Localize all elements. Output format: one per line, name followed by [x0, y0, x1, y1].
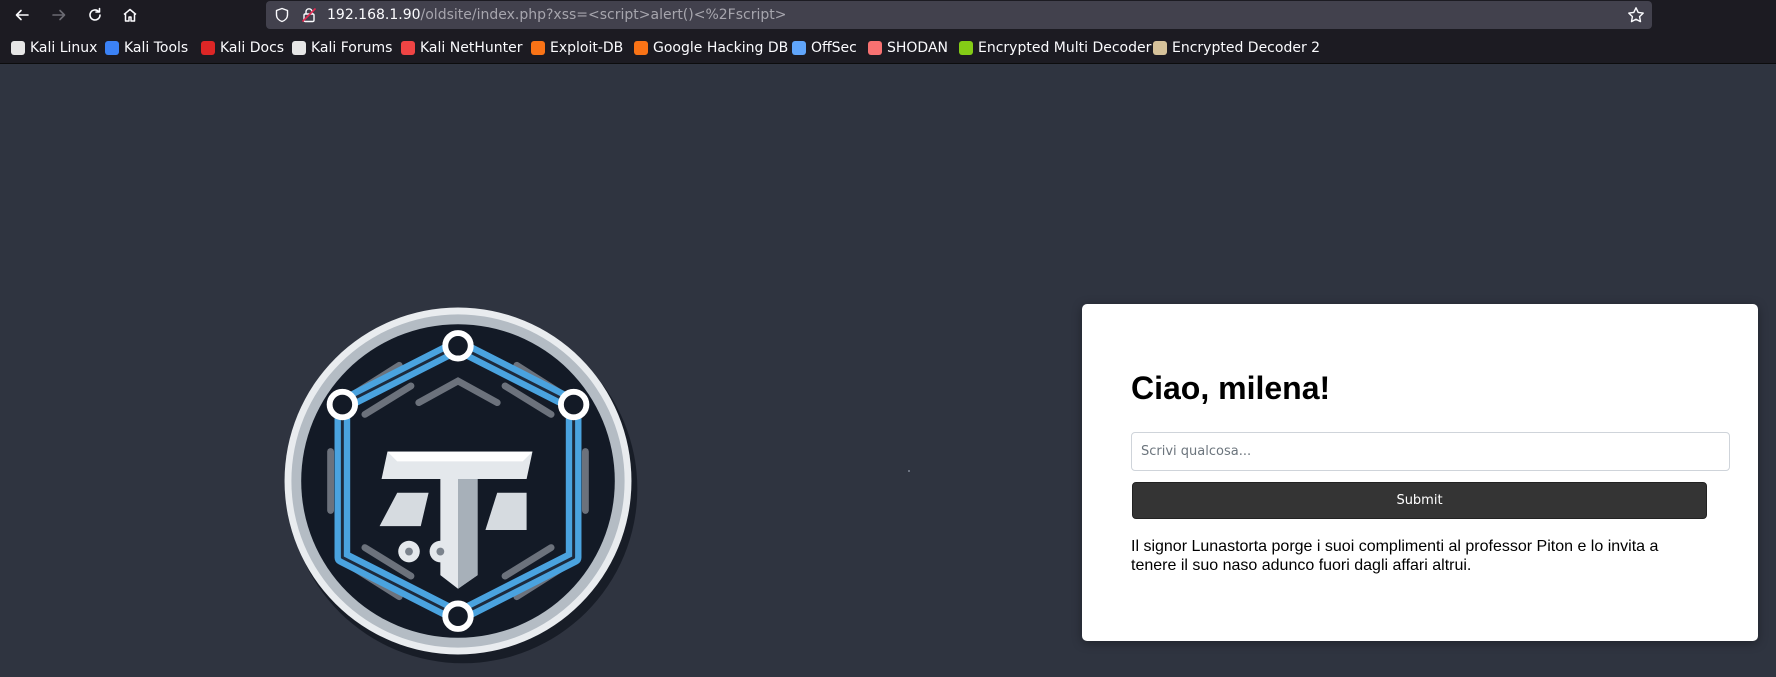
exploit-db-icon: [634, 41, 648, 55]
kali-tools-icon: [105, 41, 119, 55]
forward-button[interactable]: [47, 3, 71, 27]
bookmark-label: SHODAN: [887, 40, 949, 56]
bookmark-label: Kali Linux: [30, 40, 98, 56]
kali-dragon-icon: [11, 41, 25, 55]
home-icon: [123, 8, 137, 22]
bookmark-kali-nethunter[interactable]: Kali NetHunter: [401, 39, 522, 57]
tracking-protection-shield-icon[interactable]: [274, 7, 290, 23]
reload-button[interactable]: [83, 3, 107, 27]
forward-arrow-icon: [52, 9, 66, 21]
site-logo-emblem: [284, 307, 638, 664]
bookmark-label: Kali NetHunter: [420, 40, 523, 56]
nethunter-icon: [401, 41, 415, 55]
back-button[interactable]: [10, 3, 34, 27]
bookmark-label: OffSec: [811, 40, 857, 56]
browser-toolbar: 192.168.1.90/oldsite/index.php?xss=<scri…: [0, 0, 1776, 30]
kali-docs-icon: [201, 41, 215, 55]
kali-dragon-icon: [292, 41, 306, 55]
bookmark-label: Kali Docs: [220, 40, 285, 56]
message-input[interactable]: [1131, 432, 1730, 471]
bookmark-kali-linux[interactable]: Kali Linux: [11, 39, 97, 57]
decoder-icon: [959, 41, 973, 55]
back-arrow-icon: [15, 9, 29, 21]
bookmarks-bar: Kali Linux Kali Tools Kali Docs Kali For…: [0, 30, 1776, 64]
bookmark-label: Kali Tools: [124, 40, 189, 56]
reflected-message: Il signor Lunastorta porge i suoi compli…: [1131, 538, 1659, 574]
bookmark-label: Exploit-DB: [550, 40, 624, 56]
bookmark-star-icon[interactable]: [1627, 6, 1645, 24]
bookmark-exploit-db[interactable]: Exploit-DB: [531, 39, 623, 57]
greeting-heading: Ciao, milena!: [1131, 370, 1331, 406]
page-content: Ciao, milena! Submit Il signor Lunastort…: [0, 65, 1776, 667]
decoder2-icon: [1153, 41, 1167, 55]
bookmark-label: Encrypted Multi Decoder: [978, 40, 1152, 56]
bookmark-encrypted-decoder-2[interactable]: Encrypted Decoder 2: [1153, 39, 1320, 57]
bookmark-kali-docs[interactable]: Kali Docs: [201, 39, 284, 57]
shodan-icon: [868, 41, 882, 55]
bookmark-label: Encrypted Decoder 2: [1172, 40, 1321, 56]
offsec-icon: [792, 41, 806, 55]
url-text[interactable]: 192.168.1.90/oldsite/index.php?xss=<scri…: [327, 6, 786, 24]
exploit-db-icon: [531, 41, 545, 55]
bookmark-kali-tools[interactable]: Kali Tools: [105, 39, 188, 57]
stray-dot: [908, 470, 910, 472]
reload-icon: [89, 7, 101, 21]
bookmark-shodan[interactable]: SHODAN: [868, 39, 948, 57]
bookmark-label: Kali Forums: [311, 40, 393, 56]
url-bar[interactable]: 192.168.1.90/oldsite/index.php?xss=<scri…: [266, 1, 1652, 29]
insecure-lock-icon[interactable]: [301, 7, 317, 23]
bookmark-label: Google Hacking DB: [653, 40, 789, 56]
bookmark-kali-forums[interactable]: Kali Forums: [292, 39, 392, 57]
url-host: 192.168.1.90: [327, 7, 421, 23]
greeting-card: Ciao, milena! Submit Il signor Lunastort…: [1082, 304, 1758, 641]
url-path: /oldsite/index.php?xss=<script>alert()<%…: [420, 7, 787, 23]
home-button[interactable]: [118, 3, 142, 27]
bookmark-google-hacking-db[interactable]: Google Hacking DB: [634, 39, 788, 57]
bookmark-offsec[interactable]: OffSec: [792, 39, 857, 57]
submit-button[interactable]: Submit: [1132, 482, 1707, 519]
bookmark-encrypted-multi-decoder[interactable]: Encrypted Multi Decoder: [959, 39, 1151, 57]
